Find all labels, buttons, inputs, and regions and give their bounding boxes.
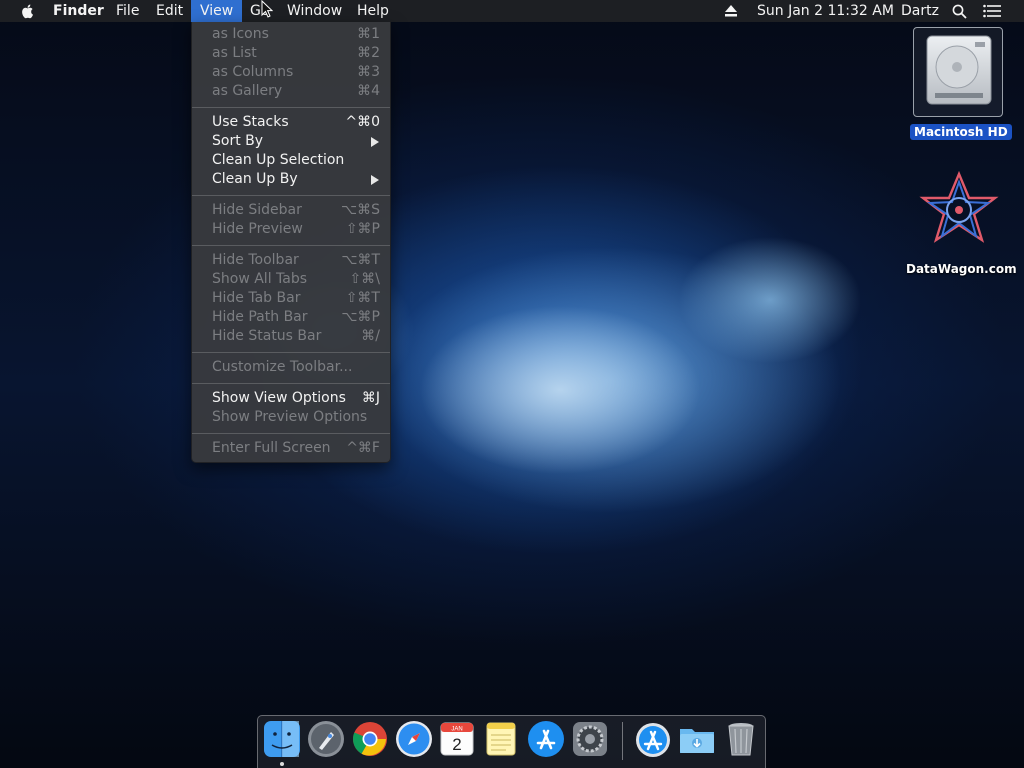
- eject-icon[interactable]: [724, 5, 738, 17]
- applications-folder-icon[interactable]: [634, 720, 672, 758]
- launchpad-icon[interactable]: [307, 720, 345, 758]
- menu-item-hide-preview[interactable]: Hide Preview ⇧⌘P: [192, 220, 390, 239]
- submenu-arrow-icon: [371, 137, 379, 147]
- menu-item-as-icons[interactable]: as Icons ⌘1: [192, 25, 390, 44]
- notification-center-icon[interactable]: [983, 4, 1001, 18]
- menu-user[interactable]: Dartz: [901, 0, 939, 22]
- menu-item-hide-toolbar[interactable]: Hide Toolbar ⌥⌘T: [192, 251, 390, 270]
- notes-icon[interactable]: [482, 720, 520, 758]
- dock-separator: [622, 722, 623, 760]
- trash-icon[interactable]: [722, 720, 760, 758]
- calendar-day: 2: [452, 735, 461, 754]
- menu-separator: [192, 433, 390, 434]
- menu-item-hide-status-bar[interactable]: Hide Status Bar ⌘/: [192, 327, 390, 346]
- spotlight-search-icon[interactable]: [952, 4, 967, 19]
- menu-item-hide-tab-bar[interactable]: Hide Tab Bar ⇧⌘T: [192, 289, 390, 308]
- menu-item-clean-up-by[interactable]: Clean Up By: [192, 170, 390, 189]
- menu-item-show-view-options[interactable]: Show View Options ⌘J: [192, 389, 390, 408]
- app-store-icon[interactable]: [527, 720, 565, 758]
- menu-separator: [192, 107, 390, 108]
- calendar-icon[interactable]: JAN 2: [438, 720, 476, 758]
- apple-logo-icon[interactable]: [20, 3, 36, 19]
- finder-icon[interactable]: [263, 720, 301, 758]
- menu-separator: [192, 383, 390, 384]
- menu-item-sort-by[interactable]: Sort By: [192, 132, 390, 151]
- menu-item-customize-toolbar[interactable]: Customize Toolbar...: [192, 358, 390, 377]
- menu-item-as-list[interactable]: as List ⌘2: [192, 44, 390, 63]
- menu-edit[interactable]: Edit: [147, 0, 192, 22]
- datawagon-label[interactable]: DataWagon.com: [906, 261, 1017, 277]
- menu-separator: [192, 195, 390, 196]
- view-menu-dropdown: as Icons ⌘1 as List ⌘2 as Columns ⌘3 as Gal…: [191, 22, 391, 463]
- safari-icon[interactable]: [395, 720, 433, 758]
- menu-file[interactable]: File: [107, 0, 148, 22]
- menu-window[interactable]: Window: [278, 0, 351, 22]
- menu-item-show-all-tabs[interactable]: Show All Tabs ⇧⌘\: [192, 270, 390, 289]
- downloads-folder-icon[interactable]: [678, 720, 716, 758]
- menu-item-as-gallery[interactable]: as Gallery ⌘4: [192, 82, 390, 101]
- mouse-cursor-icon: [261, 0, 273, 18]
- chrome-icon[interactable]: [351, 720, 389, 758]
- running-indicator: [280, 762, 284, 766]
- system-preferences-icon[interactable]: [571, 720, 609, 758]
- calendar-month: JAN: [451, 727, 462, 733]
- hard-drive-icon[interactable]: [923, 33, 995, 109]
- menu-clock[interactable]: Sun Jan 2 11:32 AM: [757, 0, 894, 22]
- menu-item-hide-sidebar[interactable]: Hide Sidebar ⌥⌘S: [192, 201, 390, 220]
- menu-help[interactable]: Help: [348, 0, 398, 22]
- menu-item-enter-full-screen[interactable]: Enter Full Screen ^⌘F: [192, 439, 390, 458]
- menu-separator: [192, 245, 390, 246]
- datawagon-logo-icon[interactable]: [918, 170, 1000, 250]
- menu-separator: [192, 352, 390, 353]
- menu-view[interactable]: View: [191, 0, 243, 22]
- submenu-arrow-icon: [371, 175, 379, 185]
- menu-item-clean-up-selection[interactable]: Clean Up Selection: [192, 151, 390, 170]
- menu-item-hide-path-bar[interactable]: Hide Path Bar ⌥⌘P: [192, 308, 390, 327]
- menu-item-use-stacks[interactable]: Use Stacks ^⌘0: [192, 113, 390, 132]
- drive-label[interactable]: Macintosh HD: [910, 124, 1012, 140]
- menu-bar: Finder File Edit View Go Window Help Sun…: [0, 0, 1024, 22]
- menu-finder[interactable]: Finder: [44, 0, 113, 22]
- menu-item-show-preview-options[interactable]: Show Preview Options: [192, 408, 390, 427]
- menu-item-as-columns[interactable]: as Columns ⌘3: [192, 63, 390, 82]
